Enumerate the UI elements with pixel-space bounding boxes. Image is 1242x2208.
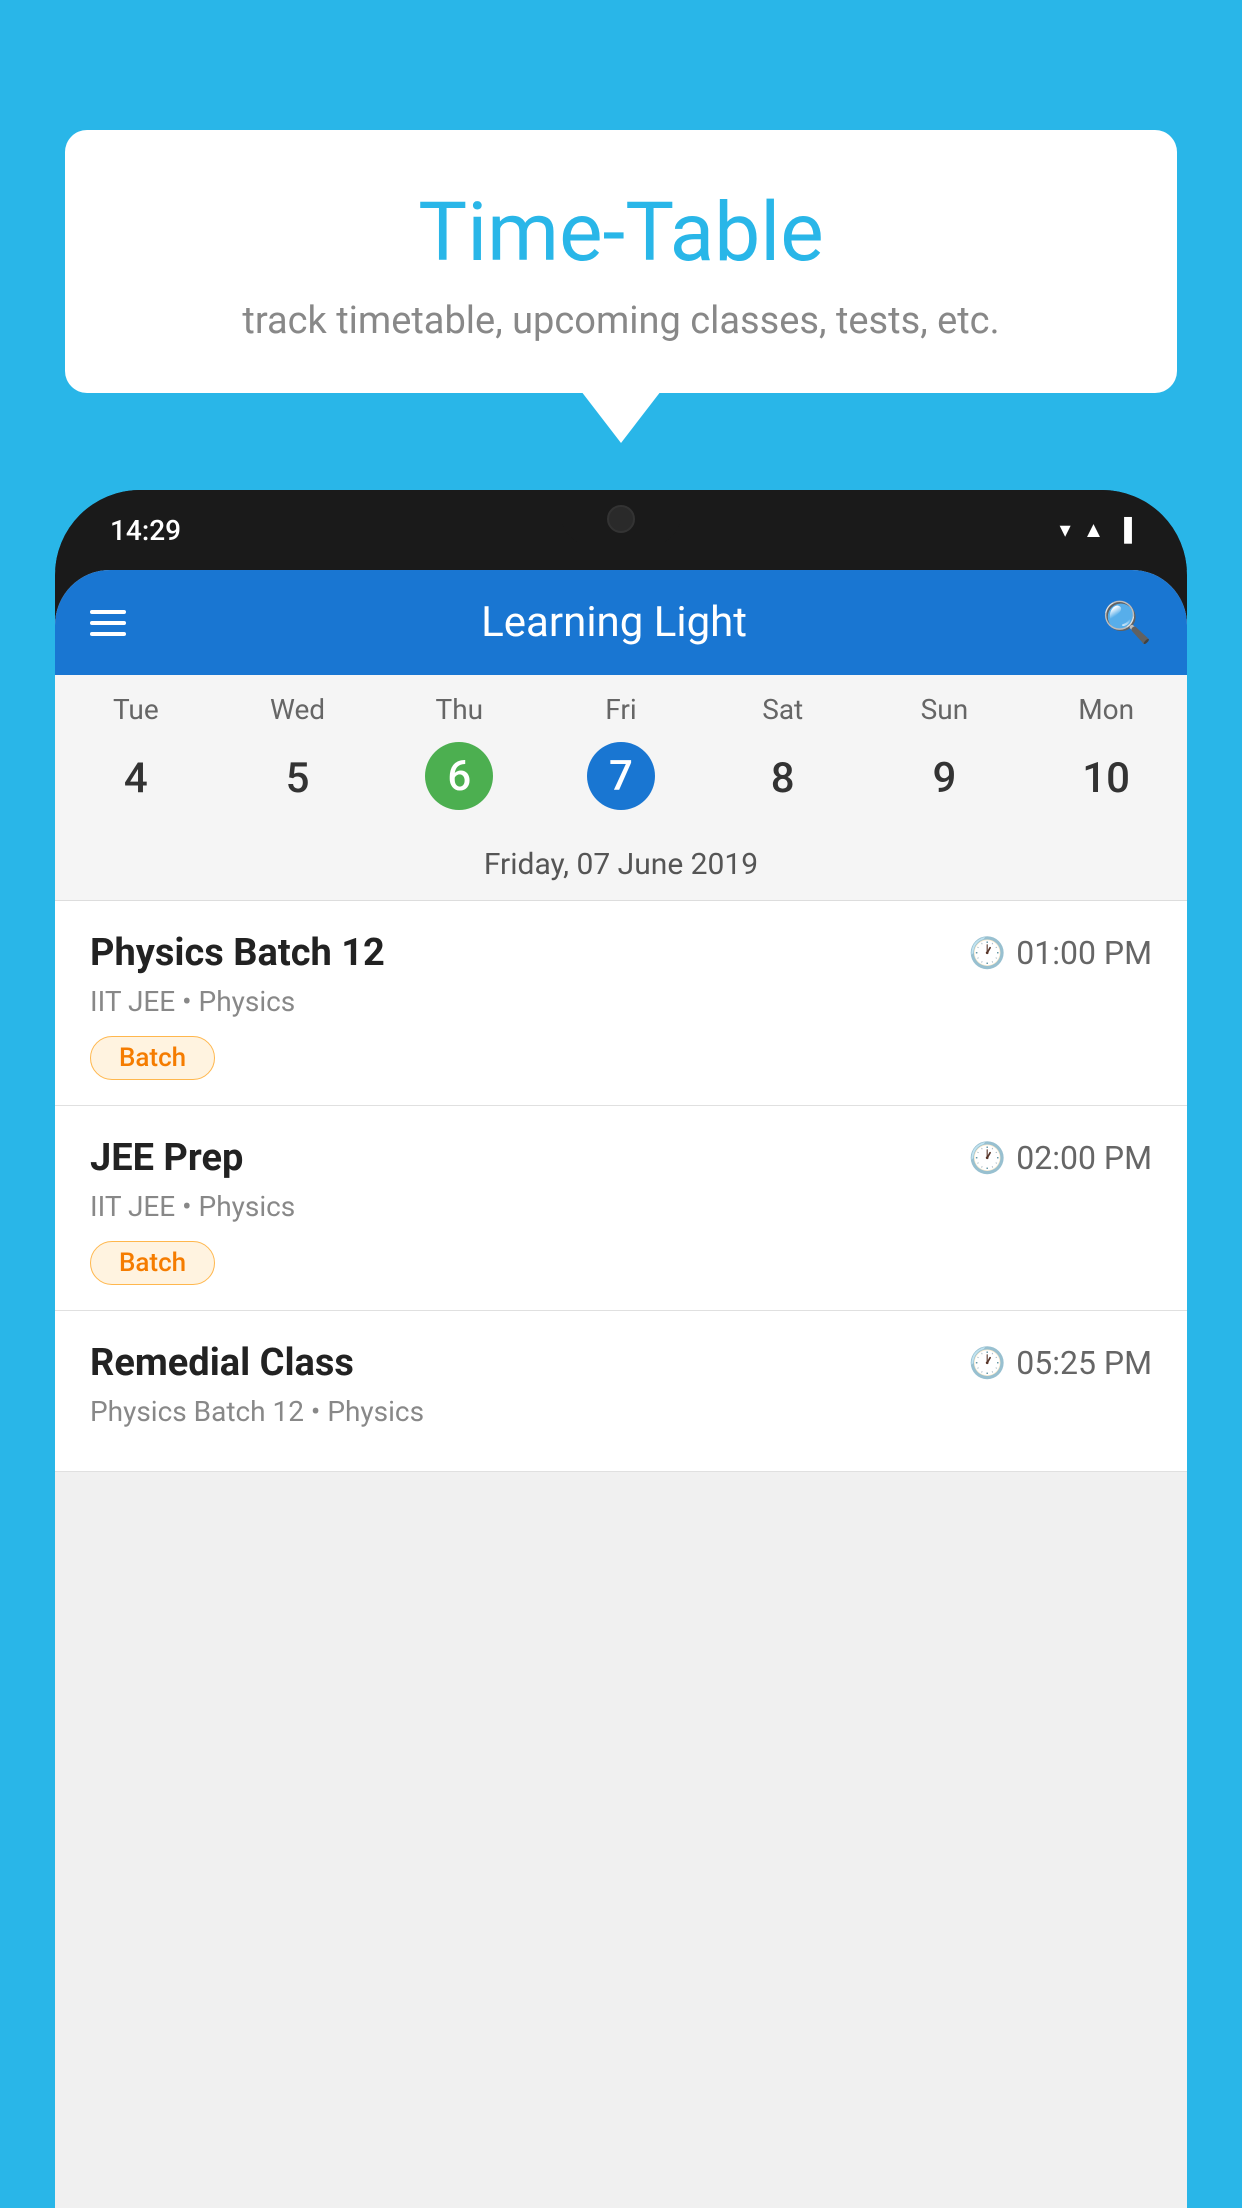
phone-top-bar: 14:29 ▾ ▲ ▐ xyxy=(55,490,1187,570)
day-4[interactable]: 4 xyxy=(55,742,217,815)
schedule-item-2-header: JEE Prep 🕐 02:00 PM xyxy=(90,1136,1152,1180)
day-numbers-row: 4 5 6 7 8 9 10 xyxy=(55,734,1187,833)
schedule-item-3-name: Remedial Class xyxy=(90,1341,354,1385)
schedule-item-3[interactable]: Remedial Class 🕐 05:25 PM Physics Batch … xyxy=(55,1311,1187,1472)
schedule-item-2-time-label: 02:00 PM xyxy=(1016,1139,1152,1177)
batch-badge-1: Batch xyxy=(90,1036,215,1080)
schedule-item-1-sub: IIT JEE • Physics xyxy=(90,985,1152,1018)
schedule-item-3-sub: Physics Batch 12 • Physics xyxy=(90,1395,1152,1428)
phone-screen: Learning Light 🔍 Tue Wed Thu Fri Sat Sun… xyxy=(55,570,1187,2208)
app-title: Learning Light xyxy=(481,598,747,647)
app-header: Learning Light 🔍 xyxy=(55,570,1187,675)
batch-badge-2: Batch xyxy=(90,1241,215,1285)
schedule-item-1-name: Physics Batch 12 xyxy=(90,931,385,975)
schedule-item-2-name: JEE Prep xyxy=(90,1136,243,1180)
speech-bubble-container: Time-Table track timetable, upcoming cla… xyxy=(65,130,1177,393)
search-icon[interactable]: 🔍 xyxy=(1102,599,1152,646)
day-label-sun: Sun xyxy=(864,693,1026,726)
speech-bubble: Time-Table track timetable, upcoming cla… xyxy=(65,130,1177,393)
wifi-icon: ▾ xyxy=(1060,518,1071,543)
day-5[interactable]: 5 xyxy=(217,742,379,815)
status-time: 14:29 xyxy=(110,514,181,547)
status-icons: ▾ ▲ ▐ xyxy=(1060,517,1132,543)
day-9[interactable]: 9 xyxy=(864,742,1026,815)
page-subtitle: track timetable, upcoming classes, tests… xyxy=(125,299,1117,343)
schedule-item-1-header: Physics Batch 12 🕐 01:00 PM xyxy=(90,931,1152,975)
clock-icon-1: 🕐 xyxy=(969,936,1006,971)
schedule-item-2-sub: IIT JEE • Physics xyxy=(90,1190,1152,1223)
clock-icon-3: 🕐 xyxy=(969,1346,1006,1381)
schedule-item-3-time-label: 05:25 PM xyxy=(1016,1344,1152,1382)
day-label-thu: Thu xyxy=(378,693,540,726)
page-title: Time-Table xyxy=(125,185,1117,281)
schedule-item-2[interactable]: JEE Prep 🕐 02:00 PM IIT JEE • Physics Ba… xyxy=(55,1106,1187,1311)
schedule-item-1-time: 🕐 01:00 PM xyxy=(969,934,1152,972)
menu-button[interactable] xyxy=(90,610,126,636)
day-label-wed: Wed xyxy=(217,693,379,726)
day-10[interactable]: 10 xyxy=(1025,742,1187,815)
day-label-fri: Fri xyxy=(540,693,702,726)
day-7-selected[interactable]: 7 xyxy=(587,742,655,810)
day-8[interactable]: 8 xyxy=(702,742,864,815)
day-labels-row: Tue Wed Thu Fri Sat Sun Mon xyxy=(55,675,1187,734)
day-label-sat: Sat xyxy=(702,693,864,726)
calendar-section: Tue Wed Thu Fri Sat Sun Mon 4 5 6 7 8 9 … xyxy=(55,675,1187,901)
selected-date-label: Friday, 07 June 2019 xyxy=(55,833,1187,901)
phone-frame: 14:29 ▾ ▲ ▐ Learning Light 🔍 xyxy=(55,490,1187,2208)
schedule-item-1-time-label: 01:00 PM xyxy=(1016,934,1152,972)
schedule-item-3-time: 🕐 05:25 PM xyxy=(969,1344,1152,1382)
schedule-item-3-header: Remedial Class 🕐 05:25 PM xyxy=(90,1341,1152,1385)
signal-icon: ▲ xyxy=(1083,517,1105,543)
day-label-tue: Tue xyxy=(55,693,217,726)
schedule-item-2-time: 🕐 02:00 PM xyxy=(969,1139,1152,1177)
day-6-today[interactable]: 6 xyxy=(425,742,493,810)
battery-icon: ▐ xyxy=(1116,517,1132,543)
schedule-item-1[interactable]: Physics Batch 12 🕐 01:00 PM IIT JEE • Ph… xyxy=(55,901,1187,1106)
phone-notch xyxy=(561,490,681,545)
clock-icon-2: 🕐 xyxy=(969,1141,1006,1176)
schedule-list: Physics Batch 12 🕐 01:00 PM IIT JEE • Ph… xyxy=(55,901,1187,1472)
phone-camera xyxy=(607,505,635,533)
day-label-mon: Mon xyxy=(1025,693,1187,726)
